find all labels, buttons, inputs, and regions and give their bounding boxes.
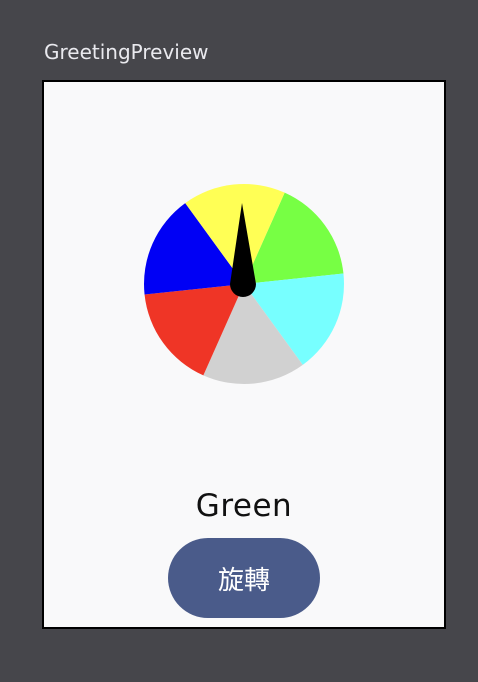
result-text: Green [195, 488, 293, 524]
prize-wheel [144, 184, 344, 384]
spin-button[interactable]: 旋轉 [168, 538, 320, 618]
preview-frame: Green 旋轉 [42, 80, 446, 629]
preview-title: GreetingPreview [44, 40, 209, 64]
